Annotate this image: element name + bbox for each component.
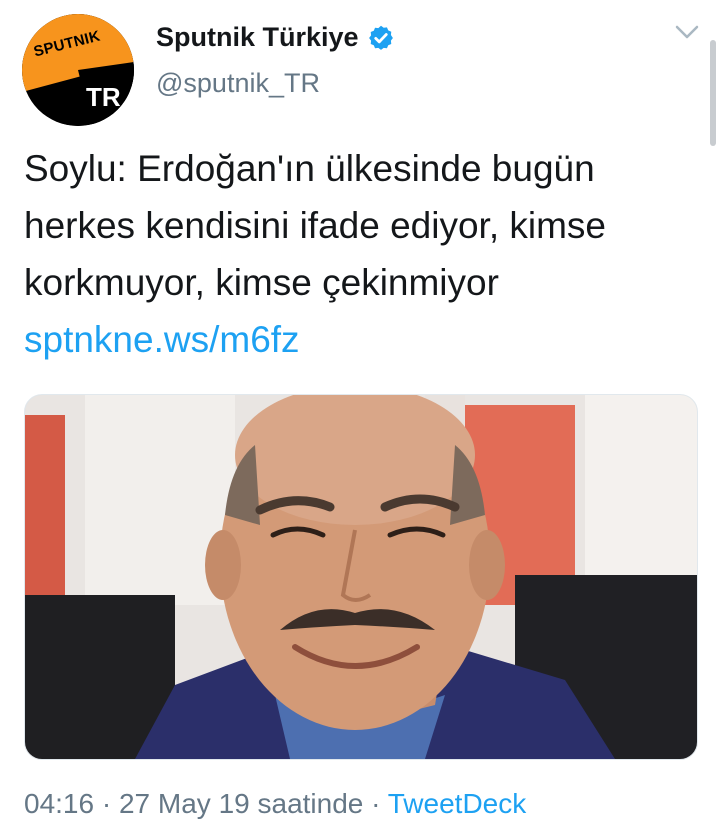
tweet-link[interactable]: sptnkne.ws/m6fz — [24, 319, 300, 360]
tweet-body: Soylu: Erdoğan'ın ülkesinde bugün herkes… — [24, 148, 607, 303]
display-name[interactable]: Sputnik Türkiye — [156, 22, 359, 53]
name-row: Sputnik Türkiye — [156, 22, 395, 53]
account-handle[interactable]: @sputnik_TR — [156, 68, 320, 99]
tweet-date[interactable]: 27 May 19 saatinde — [119, 788, 363, 819]
tweet-media-image[interactable] — [24, 394, 698, 760]
meta-separator: · — [363, 788, 388, 819]
tweet-time[interactable]: 04:16 — [24, 788, 94, 819]
tweet-source-link[interactable]: TweetDeck — [388, 788, 527, 819]
photo-portrait — [25, 395, 697, 759]
scrollbar-thumb[interactable] — [710, 40, 716, 146]
verified-badge-icon — [368, 25, 393, 50]
tweet-text: Soylu: Erdoğan'ın ülkesinde bugün herkes… — [24, 140, 684, 368]
meta-separator: · — [94, 788, 119, 819]
avatar[interactable]: SPUTNIK TR — [22, 14, 134, 126]
tweet-meta: 04:16 · 27 May 19 saatinde · TweetDeck — [24, 788, 526, 820]
tweet-card: SPUTNIK TR Sputnik Türkiye @sputnik_TR S… — [0, 0, 718, 831]
chevron-down-icon[interactable] — [674, 22, 700, 42]
avatar-tr-text: TR — [86, 82, 121, 112]
